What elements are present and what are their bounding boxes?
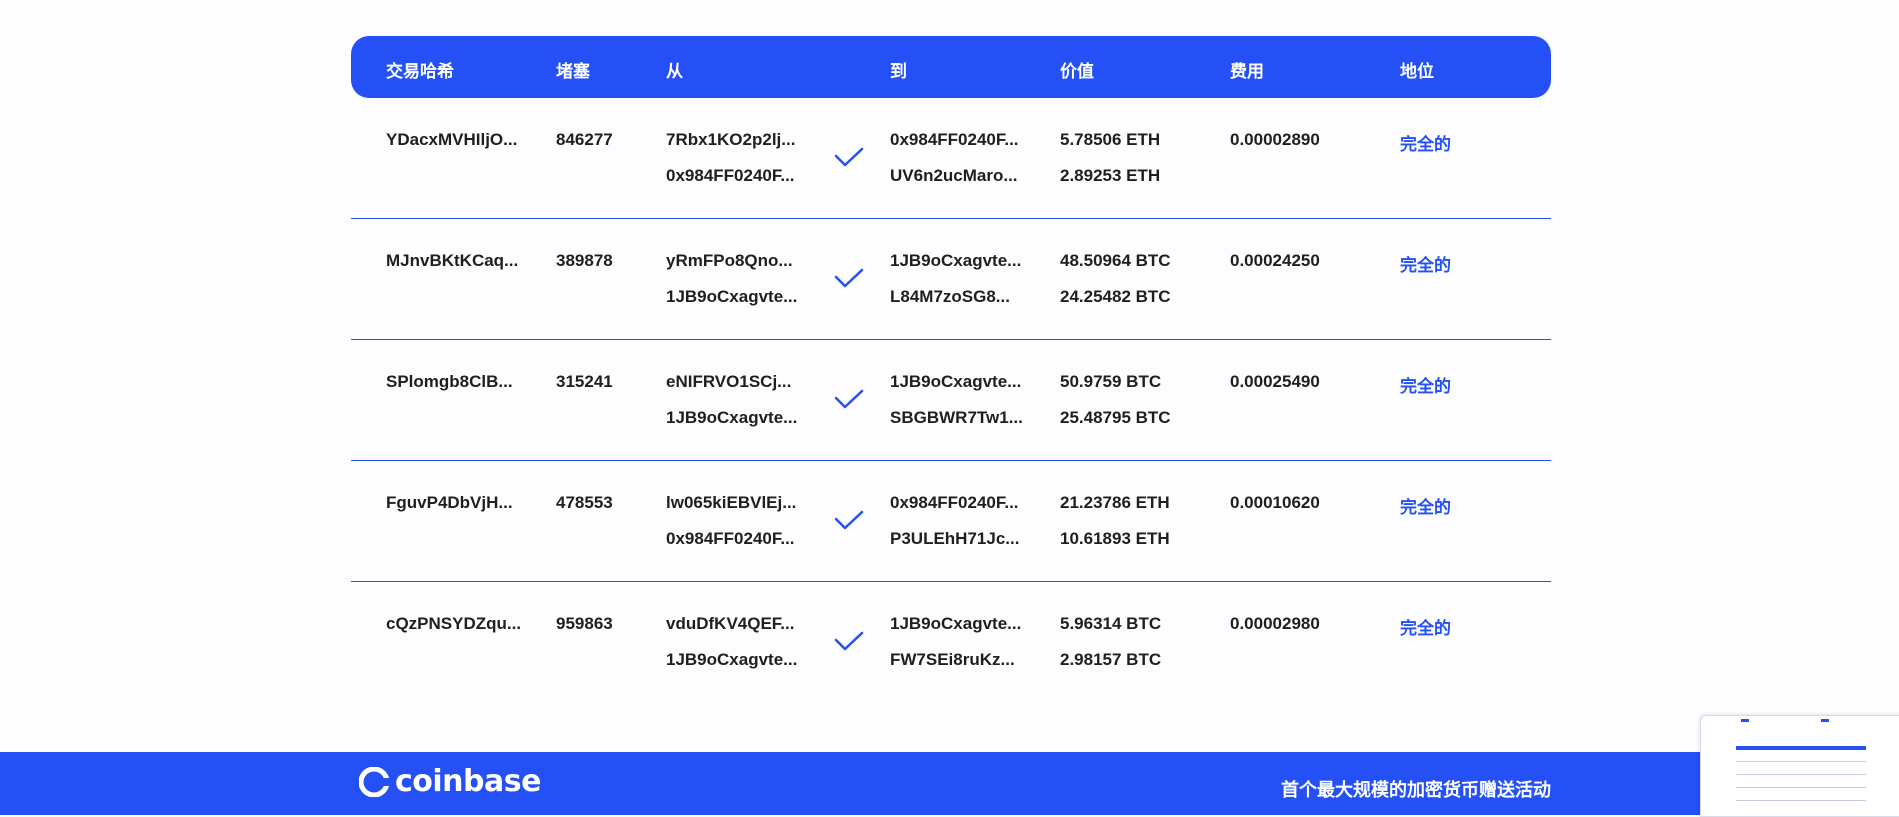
tx-value: 21.23786 ETH [1060,493,1170,512]
block-number: 478553 [556,493,613,512]
block-number: 846277 [556,130,613,149]
to-address[interactable]: SBGBWR7Tw1... [890,408,1023,428]
tx-fee: 0.00010620 [1230,493,1320,512]
transactions-table: 交易哈希 堵塞 从 到 价值 费用 地位 YDacxMVHIljO... 8462… [351,36,1551,702]
footer-tagline: 首个最大规模的加密货币赠送活动 [1281,780,1551,800]
from-address[interactable]: lw065kiEBVlEj... [666,493,796,513]
from-address[interactable]: 1JB9oCxagvte... [666,287,797,307]
header-to: 到 [890,62,907,81]
to-address[interactable]: 1JB9oCxagvte... [890,372,1021,392]
header-hash: 交易哈希 [386,62,454,81]
table-row[interactable]: cQzPNSYDZqu... 959863 vduDfKV4QEF... 1JB9oC… [351,582,1551,702]
tx-value: 5.96314 BTC [1060,614,1162,633]
from-address[interactable]: vduDfKV4QEF... [666,614,794,634]
from-address[interactable]: 0x984FF0240F... [666,529,795,549]
tx-hash-link[interactable]: SPlomgb8ClB... [386,372,513,392]
header-from: 从 [666,62,683,81]
tx-value: 50.9759 BTC [1060,372,1162,391]
from-address[interactable]: eNIFRVO1SCj... [666,372,791,392]
to-address[interactable]: 0x984FF0240F... [890,130,1019,150]
to-address[interactable]: L84M7zoSG8... [890,287,1010,307]
tx-value: 5.78506 ETH [1060,130,1161,149]
from-address[interactable]: 0x984FF0240F... [666,166,795,186]
tx-hash-link[interactable]: YDacxMVHIljO... [386,130,517,150]
checkmark-icon [834,631,864,651]
tx-value: 2.98157 BTC [1060,650,1162,669]
table-row[interactable]: SPlomgb8ClB... 315241 eNIFRVO1SCj... 1JB9oC… [351,340,1551,461]
checkmark-icon [834,510,864,530]
tx-value: 24.25482 BTC [1060,287,1171,306]
table-body: YDacxMVHIljO... 846277 7Rbx1KO2p2lj... 0x98… [351,98,1551,702]
from-address[interactable]: 7Rbx1KO2p2lj... [666,130,795,150]
tx-fee: 0.00025490 [1230,372,1320,391]
table-row[interactable]: MJnvBKtKCaq... 389878 yRmFPo8Qno... 1JB9oCx… [351,219,1551,340]
from-address[interactable]: yRmFPo8Qno... [666,251,793,271]
checkmark-icon [834,389,864,409]
status-badge: 完全的 [1400,135,1451,154]
to-address[interactable]: P3ULEhH71Jc... [890,529,1019,549]
from-address[interactable]: 1JB9oCxagvte... [666,408,797,428]
block-number: 389878 [556,251,613,270]
tx-value: 2.89253 ETH [1060,166,1161,185]
page-preview-thumbnail[interactable] [1700,715,1899,817]
table-row[interactable]: FguvP4DbVjH... 478553 lw065kiEBVlEj... 0x98… [351,461,1551,582]
tx-value: 10.61893 ETH [1060,529,1170,548]
table-row[interactable]: YDacxMVHIljO... 846277 7Rbx1KO2p2lj... 0x98… [351,98,1551,219]
coinbase-logo-icon [359,766,389,797]
tx-hash-link[interactable]: cQzPNSYDZqu... [386,614,521,634]
to-address[interactable]: FW7SEi8ruKz... [890,650,1015,670]
status-badge: 完全的 [1400,256,1451,275]
checkmark-icon [834,147,864,167]
to-address[interactable]: UV6n2ucMaro... [890,166,1018,186]
tx-fee: 0.00002890 [1230,130,1320,149]
block-number: 315241 [556,372,613,391]
tx-value: 48.50964 BTC [1060,251,1171,270]
table-header: 交易哈希 堵塞 从 到 价值 费用 地位 [351,36,1551,98]
status-badge: 完全的 [1400,377,1451,396]
tx-fee: 0.00024250 [1230,251,1320,270]
tx-fee: 0.00002980 [1230,614,1320,633]
tx-hash-link[interactable]: MJnvBKtKCaq... [386,251,518,271]
block-number: 959863 [556,614,613,633]
to-address[interactable]: 1JB9oCxagvte... [890,251,1021,271]
header-status: 地位 [1400,62,1434,81]
logo-text: coinbase [395,764,541,799]
status-badge: 完全的 [1400,619,1451,638]
status-badge: 完全的 [1400,498,1451,517]
header-value: 价值 [1060,62,1094,81]
footer: coinbase 首个最大规模的加密货币赠送活动 [0,752,1899,815]
header-block: 堵塞 [556,62,590,81]
from-address[interactable]: 1JB9oCxagvte... [666,650,797,670]
header-fee: 费用 [1230,62,1264,81]
tx-value: 25.48795 BTC [1060,408,1171,427]
to-address[interactable]: 1JB9oCxagvte... [890,614,1021,634]
checkmark-icon [834,268,864,288]
tx-hash-link[interactable]: FguvP4DbVjH... [386,493,513,513]
to-address[interactable]: 0x984FF0240F... [890,493,1019,513]
coinbase-logo[interactable]: coinbase [359,764,541,799]
